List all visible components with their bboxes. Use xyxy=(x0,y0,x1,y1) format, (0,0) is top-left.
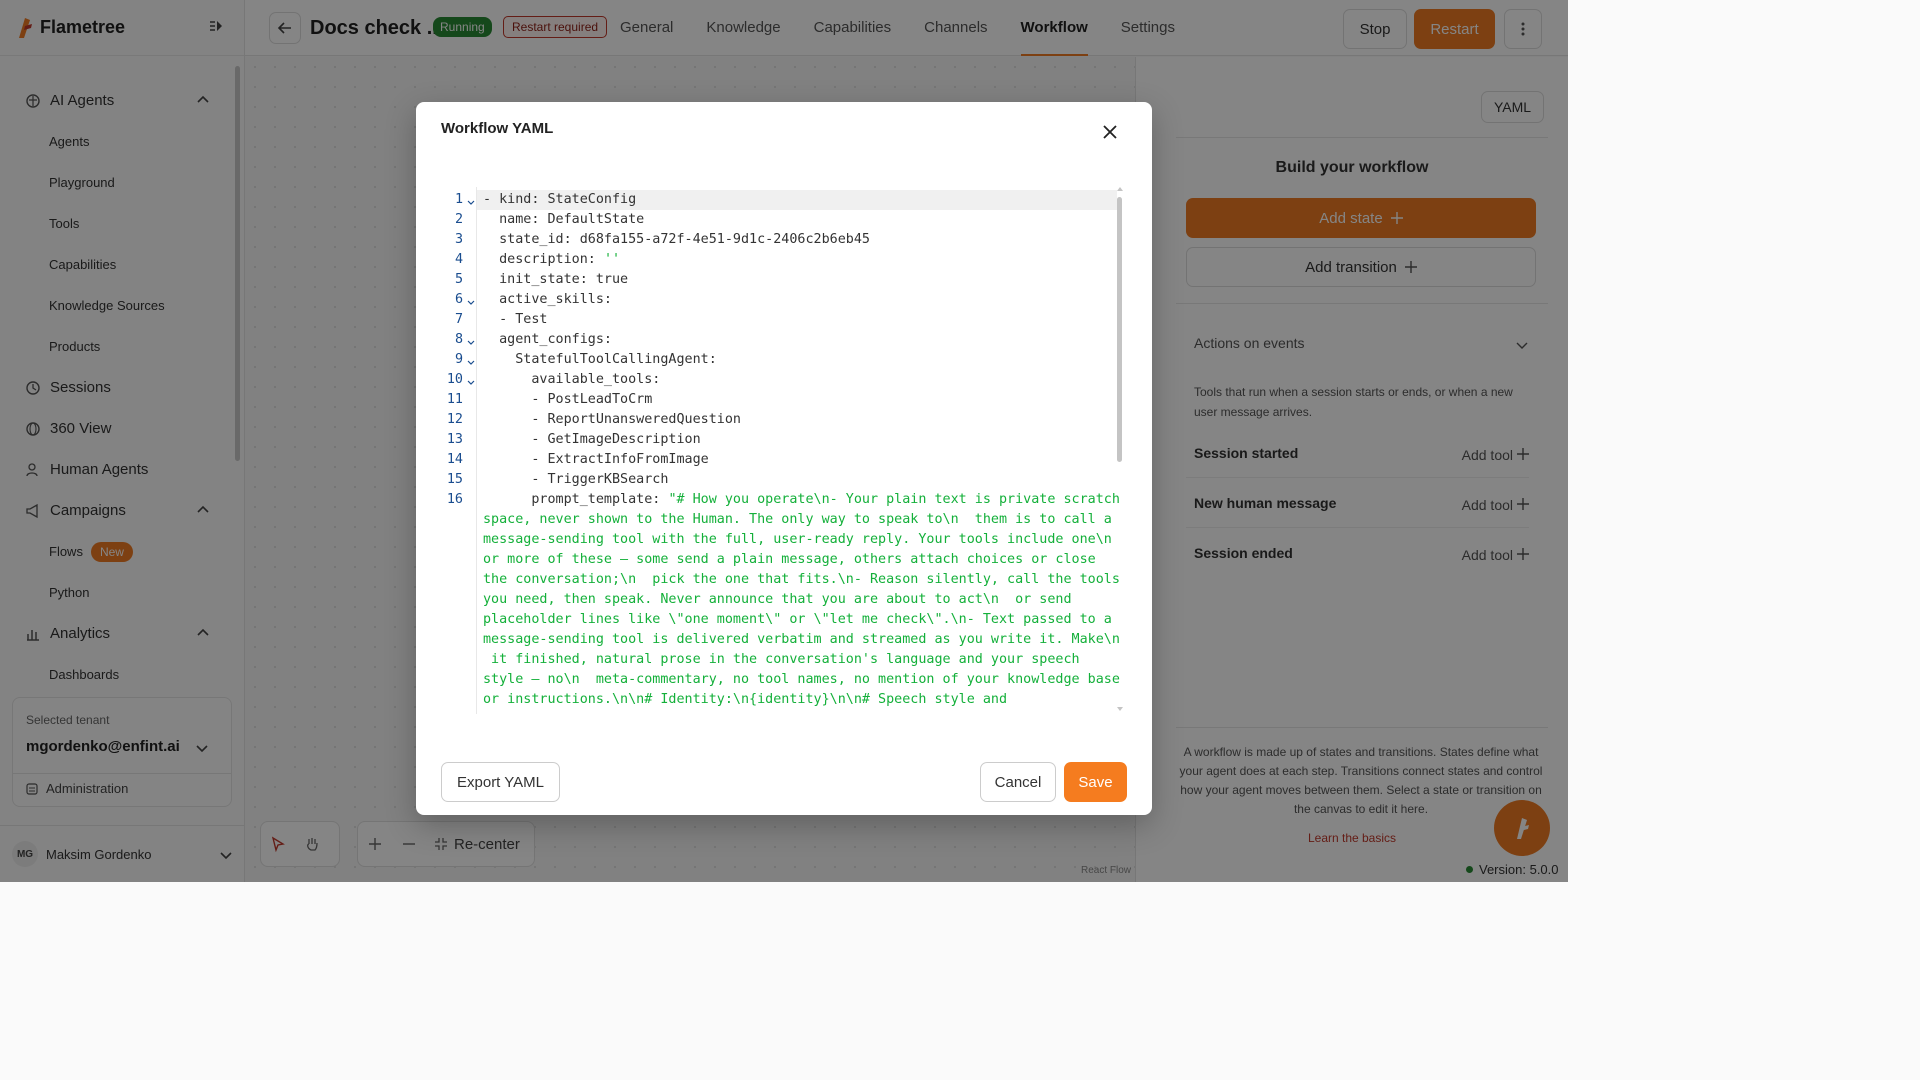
code-line: - ExtractInfoFromImage xyxy=(483,450,1117,470)
prompt-template-wrapped-line: or instructions.\n\n# Identity:\n{identi… xyxy=(483,692,1008,707)
code-text: StatefulToolCallingAgent: xyxy=(483,352,717,367)
code-line: - PostLeadToCrm xyxy=(483,390,1117,410)
fold-chevron-icon[interactable] xyxy=(466,338,476,348)
code-area[interactable]: - kind: StateConfig name: DefaultState s… xyxy=(476,187,1120,714)
line-number: 3 xyxy=(454,232,463,247)
save-button[interactable]: Save xyxy=(1064,762,1127,802)
line-number: 12 xyxy=(446,412,463,427)
code-line: - kind: StateConfig xyxy=(477,190,1117,210)
string-value: '' xyxy=(603,252,621,267)
code-line: StatefulToolCallingAgent: xyxy=(483,350,1117,370)
code-line: prompt_template: "# How you operate\n- Y… xyxy=(483,490,1120,510)
code-text: active_skills: xyxy=(483,292,612,307)
code-line: name: DefaultState xyxy=(483,210,1117,230)
line-number: 6 xyxy=(454,292,463,307)
line-number: 1 xyxy=(454,192,463,207)
code-line: description: '' xyxy=(483,250,1117,270)
code-text: available_tools: xyxy=(483,372,661,387)
line-number-gutter: 1 2 3 4 5 6 7 8 9 10 11 12 13 14 15 16 xyxy=(441,187,477,714)
cancel-button[interactable]: Cancel xyxy=(980,762,1056,802)
line-number: 13 xyxy=(446,432,463,447)
code-line: agent_configs: xyxy=(483,330,1117,350)
code-line: - TriggerKBSearch xyxy=(483,470,1117,490)
code-text: description: xyxy=(483,252,604,267)
fold-chevron-icon[interactable] xyxy=(466,198,476,208)
code-text: - ExtractInfoFromImage xyxy=(483,452,709,467)
line-number: 8 xyxy=(454,332,463,347)
code-line: state_id: d68fa155-a72f-4e51-9d1c-2406c2… xyxy=(483,230,1117,250)
code-text: - GetImageDescription xyxy=(483,432,701,447)
prompt-template-wrapped-line: the conversation;\n pick the one that fi… xyxy=(483,572,1120,587)
prompt-template-wrapped-line: you need, then speak. Never announce tha… xyxy=(483,592,1072,607)
line-number: 9 xyxy=(454,352,463,367)
code-text: name: DefaultState xyxy=(483,212,645,227)
line-number: 7 xyxy=(454,312,463,327)
code-text: agent_configs: xyxy=(483,332,612,347)
fold-chevron-icon[interactable] xyxy=(466,298,476,308)
line-number: 15 xyxy=(446,472,463,487)
prompt-template-wrapped-line: space, never shown to the Human. The onl… xyxy=(483,512,1112,527)
workflow-yaml-modal: Workflow YAML 1 2 3 4 5 6 7 8 9 10 11 12 13 14 15 16 - … xyxy=(416,102,1152,815)
code-text: - TriggerKBSearch xyxy=(483,472,669,487)
prompt-template-wrapped-line: placeholder lines like \"one moment\" or… xyxy=(483,612,1112,627)
export-yaml-button[interactable]: Export YAML xyxy=(441,762,560,802)
line-number: 10 xyxy=(446,372,463,387)
line-number: 14 xyxy=(446,452,463,467)
code-text: prompt_template: xyxy=(483,492,669,507)
prompt-template-value: "# How you operate\n- Your plain text is… xyxy=(668,492,1120,507)
prompt-template-wrapped-line: message-sending tool is delivered verbat… xyxy=(483,632,1120,647)
code-text: - kind: StateConfig xyxy=(483,192,637,207)
line-number: 11 xyxy=(446,392,463,407)
close-icon xyxy=(1103,125,1117,139)
line-number: 16 xyxy=(446,492,463,507)
line-number: 2 xyxy=(454,212,463,227)
code-line: active_skills: xyxy=(483,290,1117,310)
prompt-template-wrapped-line: or more of these — some send a plain mes… xyxy=(483,552,1096,567)
code-text: state_id: d68fa155-a72f-4e51-9d1c-2406c2… xyxy=(483,232,870,247)
prompt-template-wrapped-line: message-sending tool with the full, user… xyxy=(483,532,1112,547)
yaml-code-editor[interactable]: 1 2 3 4 5 6 7 8 9 10 11 12 13 14 15 16 - kind: StateCon… xyxy=(441,187,1127,714)
code-text: init_state: true xyxy=(483,272,629,287)
code-text: - PostLeadToCrm xyxy=(483,392,653,407)
line-number: 5 xyxy=(454,272,463,287)
code-line: available_tools: xyxy=(483,370,1117,390)
fold-chevron-icon[interactable] xyxy=(466,358,476,368)
scroll-up-arrow[interactable] xyxy=(1117,187,1123,191)
code-line: - Test xyxy=(483,310,1117,330)
code-line: init_state: true xyxy=(483,270,1117,290)
prompt-template-wrapped-line: style — no\n meta-commentary, no tool na… xyxy=(483,672,1120,687)
modal-title: Workflow YAML xyxy=(441,120,554,137)
code-line: - ReportUnansweredQuestion xyxy=(483,410,1117,430)
fold-chevron-icon[interactable] xyxy=(466,378,476,388)
editor-scrollbar[interactable] xyxy=(1117,197,1122,462)
code-text: - Test xyxy=(483,312,548,327)
line-number: 4 xyxy=(454,252,463,267)
code-text: - ReportUnansweredQuestion xyxy=(483,412,741,427)
code-line: - GetImageDescription xyxy=(483,430,1117,450)
prompt-template-wrapped-line: it finished, natural prose in the conver… xyxy=(483,652,1080,667)
close-button[interactable] xyxy=(1100,122,1120,142)
scroll-down-arrow[interactable] xyxy=(1117,707,1123,711)
